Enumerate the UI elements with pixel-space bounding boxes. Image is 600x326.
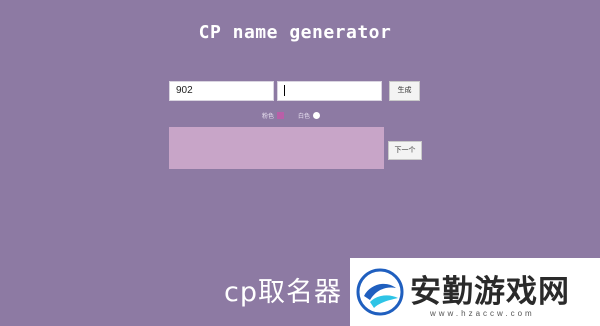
name-input-2[interactable] (277, 81, 382, 101)
name-input-1-value: 902 (176, 85, 193, 96)
next-button[interactable]: 下一个 (388, 141, 422, 160)
watermark-url: www.hzaccw.com (430, 309, 535, 318)
pink-square-icon (277, 111, 285, 119)
page-title: CP name generator (198, 22, 392, 43)
text-caret (284, 84, 285, 96)
option-pink[interactable]: 粉色 (262, 111, 285, 120)
footer-title: cp取名器 (224, 277, 342, 308)
option-white-label: 白色 (298, 113, 311, 120)
white-circle-icon (313, 111, 321, 119)
color-options: 粉色 白色 (262, 110, 330, 120)
option-white[interactable]: 白色 (298, 111, 321, 120)
name-input-1[interactable]: 902 (169, 81, 274, 101)
watermark-logo-icon (356, 268, 404, 316)
watermark-text: 安勤游戏网 (410, 274, 570, 310)
option-pink-label: 粉色 (262, 113, 275, 120)
generate-button[interactable]: 生成 (389, 81, 420, 101)
result-box (169, 127, 384, 169)
